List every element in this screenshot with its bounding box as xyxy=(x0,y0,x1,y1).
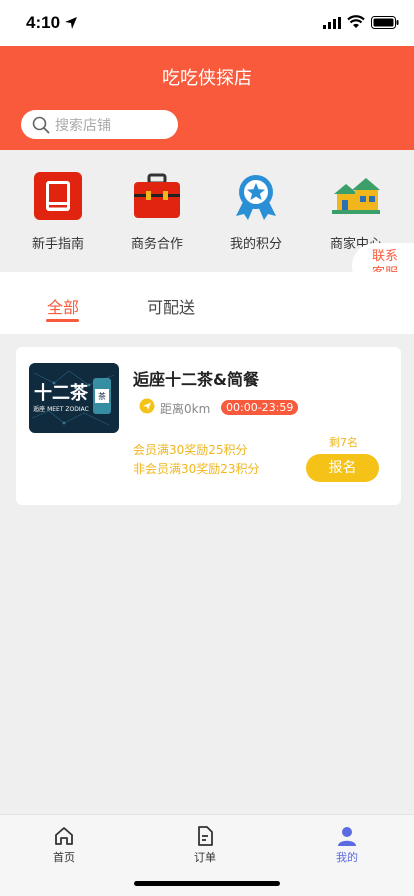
remaining-slots: 剩7名 xyxy=(329,436,358,449)
shop-name[interactable]: 逅座十二茶&简餐 xyxy=(133,366,259,390)
tabbar-item-orders[interactable]: 订单 xyxy=(175,825,235,865)
nonmember-reward-text: 非会员满30奖励23积分 xyxy=(133,462,260,476)
filter-tabs: 全部 可配送 xyxy=(0,272,414,334)
menu-item-guide[interactable]: 新手指南 xyxy=(18,172,98,252)
tabbar-label: 我的 xyxy=(336,851,358,864)
distance-icon xyxy=(139,398,155,414)
search-placeholder: 搜索店铺 xyxy=(55,118,111,134)
book-icon xyxy=(34,172,82,220)
shop-distance: 距离0km xyxy=(160,402,211,416)
tabbar-label: 订单 xyxy=(194,851,216,864)
badge-star-icon xyxy=(236,175,276,220)
shop-image-subtext: 逅座 MEET ZODIAC xyxy=(33,405,89,413)
tab-delivery[interactable]: 可配送 xyxy=(147,294,195,318)
shop-image: 茶 十二茶 逅座 MEET ZODIAC xyxy=(29,363,119,433)
business-hours-badge: 00:00-23:59 xyxy=(221,400,299,415)
home-indicator xyxy=(134,881,280,886)
member-reward-text: 会员满30奖励25积分 xyxy=(133,443,248,457)
tabbar-item-home[interactable]: 首页 xyxy=(34,825,94,865)
header: 吃吃侠探店 搜索店铺 xyxy=(0,46,414,150)
page-title: 吃吃侠探店 xyxy=(162,68,252,89)
order-icon xyxy=(198,826,213,846)
active-tab-indicator xyxy=(46,319,79,322)
menu-item-cooperation[interactable]: 商务合作 xyxy=(117,172,197,252)
user-icon xyxy=(338,827,356,846)
location-arrow-icon xyxy=(65,17,77,29)
shop-image-cup-text: 茶 xyxy=(98,391,106,401)
briefcase-icon xyxy=(134,173,180,218)
menu-label: 商务合作 xyxy=(130,237,183,252)
menu-item-merchant[interactable]: 商家中心 xyxy=(316,172,396,252)
signup-button[interactable]: 报名 xyxy=(306,454,379,482)
home-icon xyxy=(55,827,73,845)
status-time: 4:10 xyxy=(26,13,61,32)
menu-label: 新手指南 xyxy=(31,237,84,252)
tabbar-label: 首页 xyxy=(53,851,75,864)
search-icon xyxy=(32,116,50,134)
service-label-line1: 联系 xyxy=(372,249,399,264)
shop-card[interactable]: 茶 十二茶 逅座 MEET ZODIAC 逅座十二茶&简餐 距离0km 00:0… xyxy=(16,347,401,505)
battery-icon xyxy=(371,16,399,29)
wifi-icon xyxy=(347,15,365,28)
menu-label: 我的积分 xyxy=(229,237,282,252)
houses-icon xyxy=(332,178,380,214)
tabbar-item-profile[interactable]: 我的 xyxy=(317,825,377,865)
menu-item-points[interactable]: 我的积分 xyxy=(216,172,296,252)
feature-menu: 新手指南 商务合作 我的积分 商家中心 xyxy=(0,150,414,272)
search-input[interactable]: 搜索店铺 xyxy=(21,110,178,139)
tab-all[interactable]: 全部 xyxy=(47,294,79,318)
shop-image-text: 十二茶 xyxy=(34,382,89,404)
signal-icon xyxy=(323,17,341,29)
status-bar: 4:10 xyxy=(0,0,414,46)
